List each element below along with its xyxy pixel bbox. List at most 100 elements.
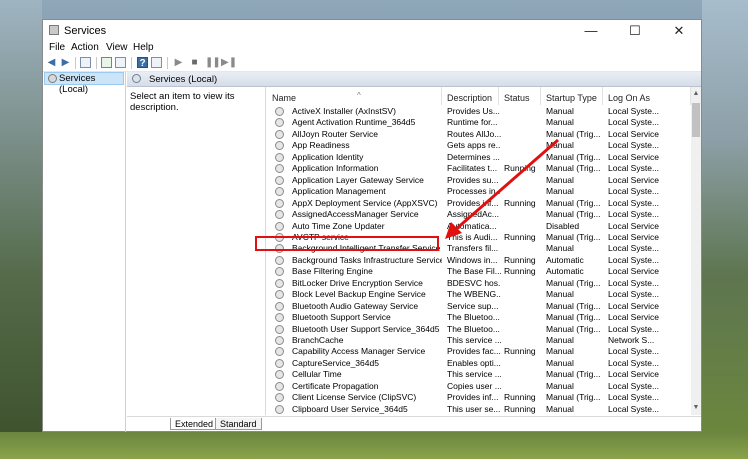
service-description: Provides Us... bbox=[447, 106, 500, 116]
help-icon[interactable]: ? bbox=[137, 57, 148, 69]
table-row[interactable]: Background Tasks Infrastructure Service W… bbox=[267, 255, 691, 267]
service-name: Capability Access Manager Service bbox=[292, 346, 426, 357]
table-row[interactable]: Bluetooth Support Service The Bluetoo... M… bbox=[267, 312, 691, 324]
service-name: Background Tasks Infrastructure Service bbox=[292, 254, 442, 265]
table-row[interactable]: Application Information Facilitates t... R… bbox=[267, 163, 691, 175]
back-arrow-icon[interactable]: ◀ bbox=[46, 57, 57, 68]
toolbar-separator bbox=[167, 57, 168, 69]
service-name: Bluetooth Support Service bbox=[292, 312, 391, 323]
service-status: Running bbox=[504, 254, 536, 265]
menu-help[interactable]: Help bbox=[133, 42, 154, 53]
service-gear-icon bbox=[275, 358, 284, 368]
service-gear-icon bbox=[275, 221, 284, 231]
service-description: AssignedAc... bbox=[447, 209, 499, 220]
table-row[interactable]: Capability Access Manager Service Provide… bbox=[267, 346, 691, 358]
service-name: Auto Time Zone Updater bbox=[292, 220, 385, 231]
tab-standard[interactable]: Standard bbox=[215, 418, 262, 430]
maximize-button[interactable]: ☐ bbox=[613, 20, 657, 41]
service-gear-icon bbox=[275, 347, 284, 357]
table-row[interactable]: App Readiness Gets apps re... Manual Local … bbox=[267, 140, 691, 152]
table-row[interactable]: Application Management Processes in... Man… bbox=[267, 186, 691, 198]
table-row[interactable]: Clipboard User Service_364d5 This user se… bbox=[267, 404, 691, 415]
service-gear-icon bbox=[275, 404, 284, 414]
table-row[interactable]: Application Layer Gateway Service Provide… bbox=[267, 175, 691, 187]
services-gear-icon bbox=[132, 74, 141, 83]
service-description: This is Audi... bbox=[447, 231, 498, 242]
toolbar: ◀ ▶ ? ▶ ■ ❚❚ ▶❚ bbox=[43, 54, 701, 72]
column-header-startup-type[interactable]: Startup Type bbox=[541, 87, 603, 105]
service-gear-icon bbox=[275, 210, 284, 220]
scrollbar-thumb[interactable] bbox=[692, 103, 700, 137]
scroll-down-arrow-icon[interactable]: ▼ bbox=[691, 403, 701, 413]
service-startup-type: Manual (Trig... bbox=[546, 277, 601, 288]
table-row[interactable]: Application Identity Determines ... Manual… bbox=[267, 152, 691, 164]
service-startup-type: Manual (Trig... bbox=[546, 369, 601, 380]
properties-icon[interactable] bbox=[151, 57, 162, 68]
minimize-button[interactable]: — bbox=[569, 20, 613, 41]
column-header-label: Startup Type bbox=[546, 93, 597, 103]
restart-service-icon[interactable]: ▶❚ bbox=[221, 57, 237, 68]
table-row[interactable]: Auto Time Zone Updater Automatica... Disab… bbox=[267, 221, 691, 233]
service-log-on-as: Local Syste... bbox=[608, 186, 660, 197]
tab-extended[interactable]: Extended bbox=[170, 418, 219, 430]
forward-arrow-icon[interactable]: ▶ bbox=[60, 57, 71, 68]
column-header-status[interactable]: Status bbox=[499, 87, 541, 105]
title-bar[interactable]: Services — ☐ ✕ bbox=[43, 20, 701, 41]
service-log-on-as: Local Syste... bbox=[608, 254, 660, 265]
toolbar-separator bbox=[75, 57, 76, 69]
table-row[interactable]: AppX Deployment Service (AppXSVC) Provide… bbox=[267, 198, 691, 210]
table-row[interactable]: CaptureService_364d5 Enables opti... Manua… bbox=[267, 358, 691, 370]
column-header-log-on-as[interactable]: Log On As bbox=[603, 87, 691, 105]
service-gear-icon bbox=[275, 129, 284, 139]
scroll-up-arrow-icon[interactable]: ▲ bbox=[691, 89, 701, 99]
services-window: Services — ☐ ✕ File Action View Help ◀ ▶… bbox=[42, 19, 702, 432]
desktop-background-right bbox=[702, 0, 748, 459]
vertical-scrollbar[interactable]: ▲ ▼ bbox=[691, 87, 701, 415]
service-gear-icon bbox=[275, 267, 284, 277]
service-startup-type: Manual (Trig... bbox=[546, 323, 601, 334]
stop-service-icon[interactable]: ■ bbox=[189, 57, 200, 68]
table-row[interactable]: Base Filtering Engine The Base Fil... Runn… bbox=[267, 266, 691, 278]
menu-action[interactable]: Action bbox=[71, 42, 99, 53]
service-startup-type: Manual bbox=[546, 335, 574, 345]
column-header-description[interactable]: Description bbox=[442, 87, 499, 105]
table-row[interactable]: Certificate Propagation Copies user ... Ma… bbox=[267, 381, 691, 393]
service-log-on-as: Local Syste... bbox=[608, 163, 660, 174]
service-log-on-as: Local Syste... bbox=[608, 243, 660, 254]
table-row[interactable]: AllJoyn Router Service Routes AllJo... Man… bbox=[267, 129, 691, 141]
table-row[interactable]: AssignedAccessManager Service AssignedAc.… bbox=[267, 209, 691, 221]
tree-item-services-local[interactable]: Services (Local) bbox=[44, 72, 124, 95]
table-row[interactable]: Cellular Time This service ... Manual (Tri… bbox=[267, 369, 691, 381]
service-description: Provides inf... bbox=[447, 197, 499, 208]
service-status: Running bbox=[504, 163, 536, 174]
menu-view[interactable]: View bbox=[106, 42, 128, 53]
service-log-on-as: Local Syste... bbox=[608, 117, 660, 128]
table-row[interactable]: Client License Service (ClipSVC) Provides… bbox=[267, 392, 691, 404]
table-row[interactable]: BranchCache This service ... Manual Network… bbox=[267, 335, 691, 347]
table-row[interactable]: Block Level Backup Engine Service The WBE… bbox=[267, 289, 691, 301]
service-name: App Readiness bbox=[292, 140, 350, 151]
service-gear-icon bbox=[275, 198, 284, 208]
service-startup-type: Manual bbox=[546, 186, 574, 197]
service-startup-type: Manual bbox=[546, 357, 574, 368]
service-name: CaptureService_364d5 bbox=[292, 357, 379, 368]
column-header-name[interactable]: Name ^ bbox=[267, 87, 442, 105]
menu-file[interactable]: File bbox=[49, 42, 65, 53]
export-list-icon[interactable] bbox=[115, 57, 126, 68]
table-row[interactable]: Agent Activation Runtime_364d5 Runtime fo… bbox=[267, 117, 691, 129]
pause-service-icon[interactable]: ❚❚ bbox=[205, 57, 221, 68]
table-row[interactable]: Bluetooth User Support Service_364d5 The … bbox=[267, 324, 691, 336]
service-log-on-as: Local Syste... bbox=[608, 106, 660, 116]
service-name: Bluetooth User Support Service_364d5 bbox=[292, 323, 440, 334]
service-startup-type: Automatic bbox=[546, 266, 584, 277]
table-row[interactable]: Bluetooth Audio Gateway Service Service s… bbox=[267, 301, 691, 313]
refresh-icon[interactable] bbox=[101, 57, 112, 68]
service-gear-icon bbox=[275, 324, 284, 334]
show-hide-tree-icon[interactable] bbox=[80, 57, 91, 68]
service-name: Application Identity bbox=[292, 151, 364, 162]
start-service-icon[interactable]: ▶ bbox=[173, 57, 184, 68]
table-row[interactable]: BitLocker Drive Encryption Service BDESVC… bbox=[267, 278, 691, 290]
close-button[interactable]: ✕ bbox=[657, 20, 701, 41]
table-row[interactable]: ActiveX Installer (AxInstSV) Provides Us.… bbox=[267, 106, 691, 118]
service-log-on-as: Local Service bbox=[608, 220, 660, 231]
